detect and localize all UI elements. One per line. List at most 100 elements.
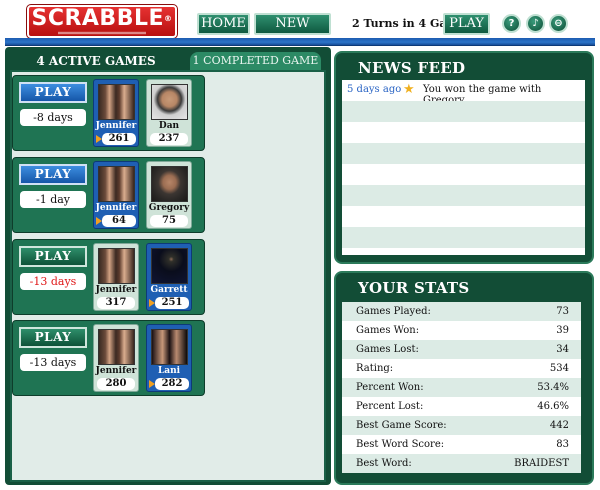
opponent-score: 282 bbox=[155, 378, 189, 390]
news-item: 5 days ago ★ You won the game with Grego… bbox=[342, 80, 585, 106]
stat-rating: Rating: 534 bbox=[342, 359, 581, 378]
stat-value: 73 bbox=[556, 306, 569, 317]
stat-value: 442 bbox=[549, 420, 569, 431]
opponent-name: Lani bbox=[157, 366, 181, 376]
play-button[interactable]: PLAY bbox=[19, 246, 87, 267]
news-feed-title: NEWS FEED bbox=[358, 59, 466, 77]
player-card-opponent[interactable]: Gregory 75 bbox=[146, 161, 192, 229]
scrabble-logo: SCRABBLE® bbox=[26, 4, 178, 39]
logo-text: SCRABBLE bbox=[31, 6, 165, 31]
stat-best-game-score: Best Game Score: 442 bbox=[342, 416, 581, 435]
stat-value[interactable]: BRAIDEST bbox=[514, 458, 569, 469]
news-empty-row bbox=[342, 206, 585, 227]
stat-label: Percent Lost: bbox=[356, 401, 424, 412]
play-button[interactable]: PLAY bbox=[19, 164, 87, 185]
game-card: PLAY -13 days Jennifer 317 Garrett 251 bbox=[12, 239, 205, 315]
stat-value: 34 bbox=[556, 344, 569, 355]
news-empty-row bbox=[342, 164, 585, 185]
stat-label: Best Game Score: bbox=[356, 420, 447, 431]
music-icon[interactable]: ♪ bbox=[526, 14, 545, 33]
news-empty-row bbox=[342, 101, 585, 122]
game-card: PLAY -8 days Jennifer 261 Dan 237 bbox=[12, 75, 205, 151]
news-empty-row bbox=[342, 122, 585, 143]
home-button[interactable]: HOME bbox=[197, 13, 250, 35]
opponent-avatar bbox=[151, 248, 188, 284]
days-remaining: -13 days bbox=[20, 273, 86, 290]
stat-percent-lost: Percent Lost: 46.6% bbox=[342, 397, 581, 416]
stats-list: Games Played: 73 Games Won: 39 Games Los… bbox=[342, 302, 585, 476]
player-card-opponent[interactable]: Dan 237 bbox=[146, 79, 192, 147]
help-icon[interactable]: ? bbox=[502, 14, 521, 33]
news-feed-list: 5 days ago ★ You won the game with Grego… bbox=[342, 80, 585, 255]
play-button[interactable]: PLAY bbox=[19, 82, 87, 103]
stat-value: 534 bbox=[549, 363, 569, 374]
player-name: Jennifer bbox=[95, 203, 137, 213]
player-card-self[interactable]: Jennifer 64 bbox=[93, 161, 139, 229]
game-card: PLAY -13 days Jennifer 280 Lani 282 bbox=[12, 320, 205, 396]
opponent-score: 251 bbox=[155, 297, 189, 309]
stat-label: Games Won: bbox=[356, 325, 420, 336]
opponent-avatar bbox=[151, 84, 188, 120]
player-avatar bbox=[98, 329, 135, 365]
stat-games-played: Games Played: 73 bbox=[342, 302, 581, 321]
news-empty-row bbox=[342, 143, 585, 164]
player-avatar bbox=[98, 248, 135, 284]
player-avatar bbox=[98, 166, 135, 202]
news-empty-row bbox=[342, 185, 585, 206]
opponent-avatar bbox=[151, 166, 188, 202]
stat-best-word-score: Best Word Score: 83 bbox=[342, 435, 581, 454]
zoom-icon[interactable]: ⊖ bbox=[549, 14, 568, 33]
stat-games-lost: Games Lost: 34 bbox=[342, 340, 581, 359]
stat-label: Best Word: bbox=[356, 458, 412, 469]
opponent-name: Garrett bbox=[150, 285, 188, 295]
stat-best-word: Best Word: BRAIDEST bbox=[342, 454, 581, 473]
opponent-name: Gregory bbox=[148, 203, 190, 213]
news-empty-row bbox=[342, 227, 585, 248]
news-empty-row bbox=[342, 248, 585, 255]
days-remaining: -13 days bbox=[20, 354, 86, 371]
stat-label: Games Lost: bbox=[356, 344, 419, 355]
stats-title: YOUR STATS bbox=[358, 279, 470, 297]
player-score: 261 bbox=[102, 133, 136, 145]
player-card-opponent[interactable]: Lani 282 bbox=[146, 324, 192, 392]
player-score: 280 bbox=[97, 378, 135, 390]
player-card-self[interactable]: Jennifer 280 bbox=[93, 324, 139, 392]
stat-value: 83 bbox=[556, 439, 569, 450]
player-score: 317 bbox=[97, 297, 135, 309]
days-remaining: -8 days bbox=[20, 109, 86, 126]
stat-percent-won: Percent Won: 53.4% bbox=[342, 378, 581, 397]
play-button[interactable]: PLAY bbox=[19, 327, 87, 348]
header-divider-bar bbox=[5, 38, 595, 46]
stat-label: Games Played: bbox=[356, 306, 431, 317]
stat-value: 53.4% bbox=[537, 382, 569, 393]
player-score: 64 bbox=[102, 215, 136, 227]
new-game-button[interactable]: NEW GAME bbox=[254, 13, 331, 49]
star-icon: ★ bbox=[403, 82, 415, 97]
game-card: PLAY -1 day Jennifer 64 Gregory 75 bbox=[12, 157, 205, 233]
opponent-avatar bbox=[151, 329, 188, 365]
player-avatar bbox=[98, 84, 135, 120]
stat-label: Percent Won: bbox=[356, 382, 424, 393]
logo-tagline-decoration bbox=[29, 31, 175, 35]
stat-value: 39 bbox=[556, 325, 569, 336]
tab-active-games[interactable]: 4 ACTIVE GAMES bbox=[10, 52, 182, 70]
player-card-opponent[interactable]: Garrett 251 bbox=[146, 243, 192, 311]
stat-label: Rating: bbox=[356, 363, 394, 374]
active-games-label: ACTIVE GAMES bbox=[48, 54, 156, 68]
stat-label: Best Word Score: bbox=[356, 439, 445, 450]
days-remaining: -1 day bbox=[20, 191, 86, 208]
opponent-name: Dan bbox=[158, 121, 180, 131]
player-card-self[interactable]: Jennifer 317 bbox=[93, 243, 139, 311]
stat-value: 46.6% bbox=[537, 401, 569, 412]
play-header-button[interactable]: PLAY bbox=[443, 13, 490, 35]
tab-completed-game[interactable]: 1 COMPLETED GAME bbox=[190, 52, 321, 70]
player-name: Jennifer bbox=[95, 121, 137, 131]
opponent-score: 75 bbox=[150, 215, 188, 227]
active-games-count: 4 bbox=[36, 54, 45, 68]
player-card-self[interactable]: Jennifer 261 bbox=[93, 79, 139, 147]
player-name: Jennifer bbox=[95, 366, 137, 376]
stat-games-won: Games Won: 39 bbox=[342, 321, 581, 340]
news-time[interactable]: 5 days ago bbox=[347, 84, 401, 95]
opponent-score: 237 bbox=[150, 133, 188, 145]
trademark-icon: ® bbox=[164, 14, 173, 23]
